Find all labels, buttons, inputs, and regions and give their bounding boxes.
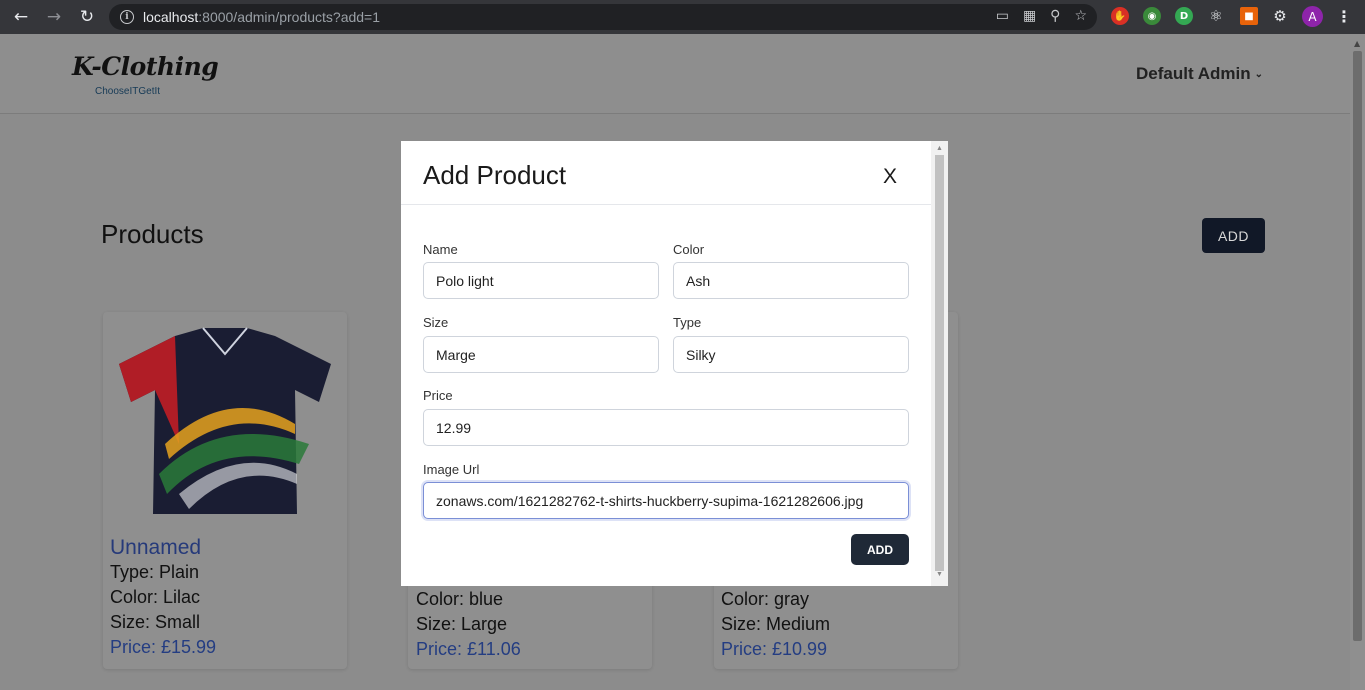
- extensions-puzzle-icon[interactable]: ⚙: [1271, 7, 1289, 25]
- product-price: Price: £15.99: [110, 637, 217, 657]
- site-info-icon[interactable]: i: [120, 10, 134, 24]
- user-menu[interactable]: Default Admin ⌄: [1136, 64, 1263, 84]
- scroll-up-arrow-icon[interactable]: ▲: [1354, 39, 1360, 48]
- color-label: Color: [673, 242, 705, 257]
- bookmark-star-icon[interactable]: ☆: [1074, 8, 1087, 24]
- modal-scrollbar[interactable]: ▲ ▼: [931, 141, 948, 586]
- close-button[interactable]: X: [883, 165, 897, 189]
- extension-d-icon[interactable]: D: [1175, 7, 1193, 25]
- color-input[interactable]: Ash: [673, 262, 909, 299]
- product-size: Size: Large: [416, 614, 508, 634]
- address-bar[interactable]: i localhost:8000/admin/products?add=1 ▭ …: [109, 4, 1097, 30]
- cast-icon[interactable]: ▭: [996, 8, 1009, 24]
- browser-menu-icon[interactable]: ⋮: [1335, 7, 1353, 26]
- image-url-input[interactable]: zonaws.com/1621282762-t-shirts-huckberry…: [423, 482, 909, 519]
- profile-avatar[interactable]: A: [1302, 6, 1323, 27]
- size-input[interactable]: Marge: [423, 336, 659, 373]
- extension-off-icon[interactable]: ■: [1240, 7, 1258, 25]
- type-label: Type: [673, 315, 702, 330]
- product-name[interactable]: Unnamed: [110, 536, 216, 560]
- product-color: Color: blue: [416, 589, 504, 609]
- site-header: K-Clothing ChooseITGetIt Default Admin ⌄: [0, 34, 1350, 114]
- product-image: [119, 327, 331, 514]
- url-text: localhost:8000/admin/products?add=1: [143, 9, 381, 25]
- zoom-icon[interactable]: ⚲: [1050, 8, 1060, 24]
- name-input[interactable]: Polo light: [423, 262, 659, 299]
- name-label: Name: [423, 242, 458, 257]
- page-title: Products: [101, 219, 204, 249]
- extension-stop-icon[interactable]: ✋: [1111, 7, 1129, 25]
- price-label: Price: [423, 388, 453, 403]
- product-type: Type: Plain: [110, 562, 200, 582]
- browser-toolbar: ← → ↻ i localhost:8000/admin/products?ad…: [0, 0, 1365, 34]
- back-arrow-icon[interactable]: ←: [10, 6, 32, 28]
- modal-header: Add Product X: [401, 141, 931, 205]
- product-card[interactable]: Unnamed Type: Plain Color: Lilac Size: S…: [103, 312, 347, 669]
- product-price: Price: £11.06: [416, 639, 521, 659]
- product-size: Size: Medium: [721, 614, 831, 634]
- user-name: Default Admin: [1136, 64, 1251, 83]
- chevron-down-icon: ⌄: [1254, 68, 1263, 80]
- qr-code-icon[interactable]: ▦: [1023, 8, 1036, 24]
- product-size: Size: Small: [110, 612, 201, 632]
- logo-tagline: ChooseITGetIt: [95, 86, 161, 97]
- modal-title: Add Product: [423, 160, 567, 190]
- size-label: Size: [423, 315, 449, 330]
- price-input[interactable]: 12.99: [423, 409, 909, 446]
- page-scrollbar[interactable]: ▲: [1350, 34, 1365, 690]
- type-input[interactable]: Silky: [673, 336, 909, 373]
- forward-arrow-icon[interactable]: →: [43, 6, 65, 28]
- extension-react-icon[interactable]: ⚛: [1207, 7, 1225, 25]
- scroll-down-arrow-icon[interactable]: ▼: [936, 571, 943, 578]
- add-product-button[interactable]: ADD: [1202, 218, 1265, 253]
- add-product-modal: Add Product X Name Polo light Color Ash …: [401, 141, 948, 586]
- site-logo[interactable]: K-Clothing: [72, 52, 219, 81]
- modal-scrollbar-thumb[interactable]: [935, 155, 944, 571]
- extension-globe-icon[interactable]: ◉: [1143, 7, 1161, 25]
- reload-icon[interactable]: ↻: [76, 6, 98, 28]
- image-url-label: Image Url: [423, 462, 480, 477]
- scroll-up-arrow-icon[interactable]: ▲: [936, 145, 943, 152]
- submit-add-button[interactable]: ADD: [851, 534, 909, 565]
- product-color: Color: Lilac: [110, 587, 201, 607]
- scrollbar-thumb[interactable]: [1353, 51, 1362, 641]
- product-color: Color: gray: [721, 589, 810, 609]
- product-price: Price: £10.99: [721, 639, 828, 659]
